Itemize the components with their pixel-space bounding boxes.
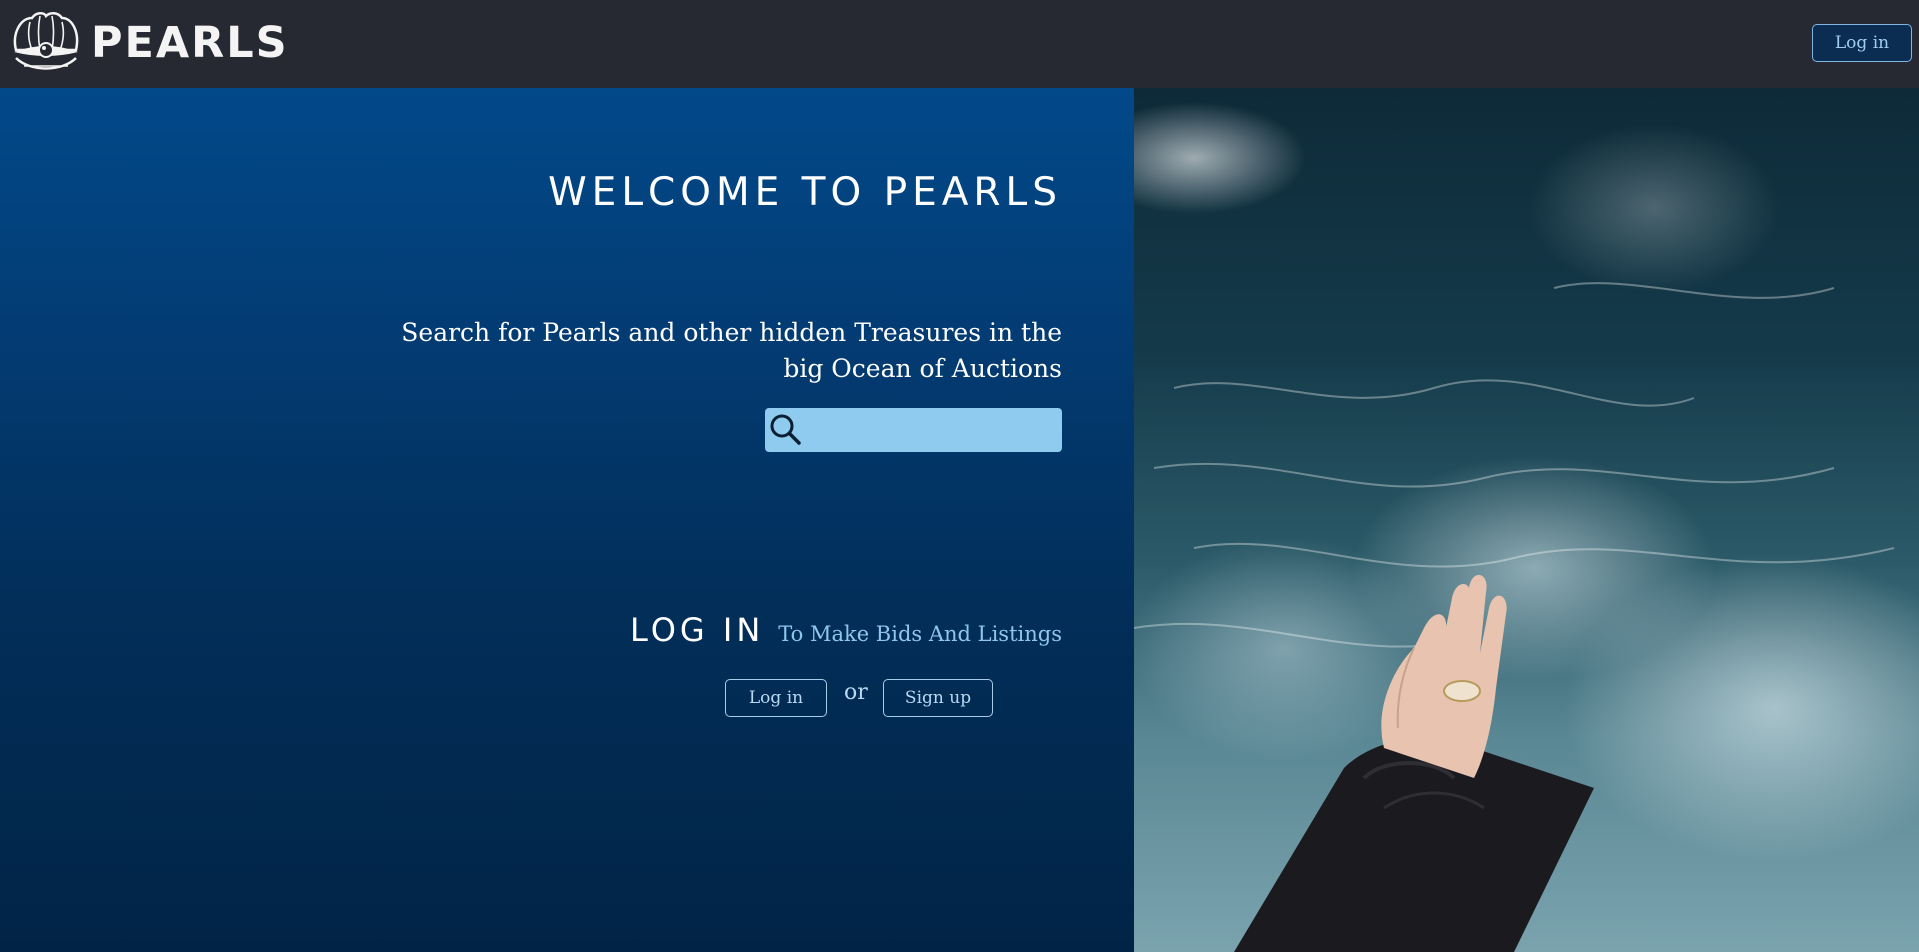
hero-subtitle: Search for Pearls and other hidden Treas… [401,318,1062,383]
page-title: WELCOME TO PEARLS [548,170,1062,215]
search-icon[interactable] [768,412,802,446]
login-heading: LOG IN [630,611,765,649]
logo[interactable] [10,10,82,76]
or-separator: or [844,680,868,705]
login-tagline: To Make Bids And Listings [778,622,1062,646]
ocean-hand-illustration [1134,282,1895,952]
brand-name[interactable]: PEARLS [91,18,289,68]
login-button[interactable]: Log in [725,679,827,717]
hero-panel: WELCOME TO PEARLS Search for Pearls and … [0,88,1134,952]
hero-photo [1134,88,1919,952]
search-input[interactable] [809,408,1061,454]
signup-button[interactable]: Sign up [883,679,993,717]
top-navbar: PEARLS Log in [0,0,1919,88]
navbar-login-button[interactable]: Log in [1812,24,1912,62]
pearl-shell-icon [13,12,79,70]
login-prompt: LOG IN To Make Bids And Listings [630,611,1062,649]
search-bar[interactable] [765,408,1062,454]
